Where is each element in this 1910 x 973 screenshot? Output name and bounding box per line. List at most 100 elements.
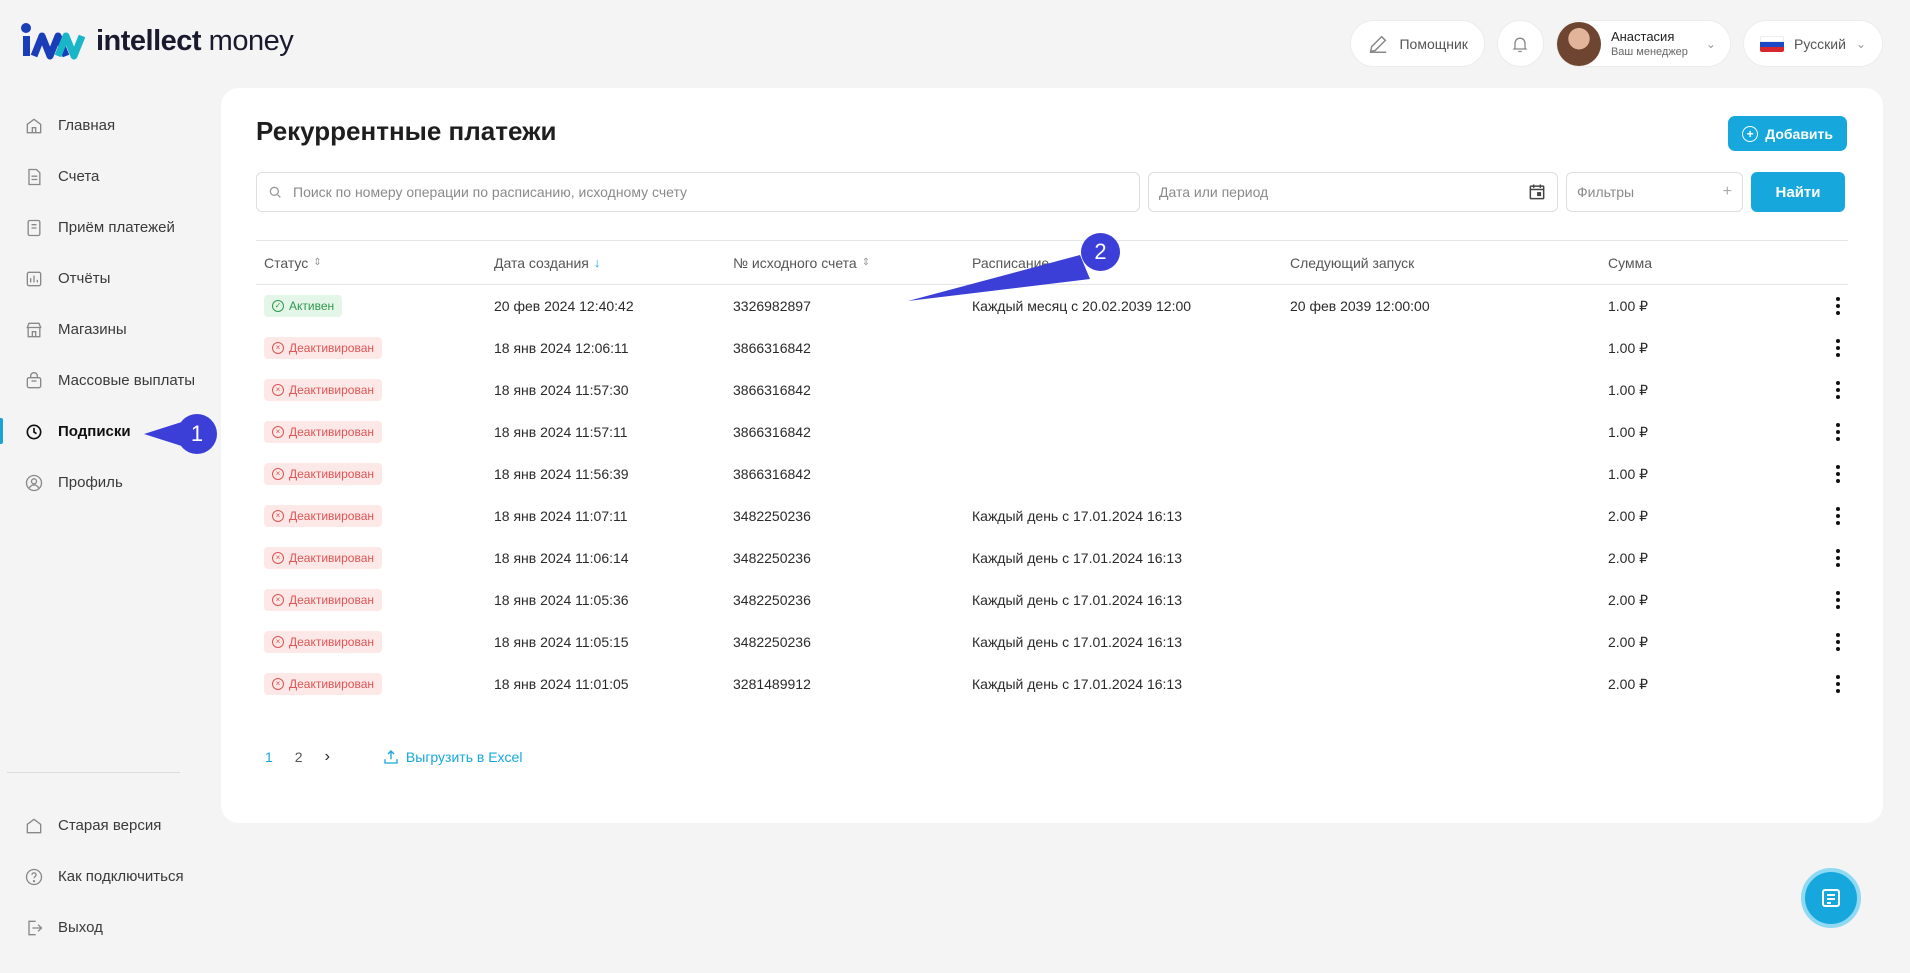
created-cell: 18 янв 2024 11:01:05 xyxy=(494,676,629,692)
upload-icon xyxy=(384,750,398,764)
column-status[interactable]: Статус ⇕ xyxy=(256,255,494,271)
filters-label: Фильтры xyxy=(1577,184,1635,200)
user-icon xyxy=(24,473,44,493)
page-1[interactable]: 1 xyxy=(265,749,273,765)
actions-cell xyxy=(1808,675,1848,693)
table-row[interactable]: × Деактивирован 18 янв 2024 11:05:15 348225… xyxy=(256,621,1848,663)
calendar-icon[interactable] xyxy=(1527,182,1547,202)
sidebar-item-profile[interactable]: Профиль xyxy=(0,457,210,508)
sidebar-item-how-to-connect[interactable]: Как подключиться xyxy=(0,851,210,902)
help-icon xyxy=(24,867,44,887)
x-circle-icon: × xyxy=(272,636,284,648)
more-menu-icon[interactable] xyxy=(1836,507,1840,525)
sidebar-item-home[interactable]: Главная xyxy=(0,100,210,151)
account-cell: 3866316842 xyxy=(733,382,811,398)
sidebar-item-accounts[interactable]: Счета xyxy=(0,151,210,202)
table-row[interactable]: × Деактивирован 18 янв 2024 11:57:11 386631… xyxy=(256,411,1848,453)
more-menu-icon[interactable] xyxy=(1836,549,1840,567)
created-cell: 18 янв 2024 11:06:14 xyxy=(494,550,629,566)
status-cell: × Деактивирован xyxy=(256,337,494,359)
status-badge: × Деактивирован xyxy=(264,673,383,695)
chat-button[interactable] xyxy=(1801,868,1861,928)
sidebar-divider xyxy=(7,772,180,773)
status-badge: ✓ Активен xyxy=(264,295,343,317)
notifications-button[interactable] xyxy=(1496,20,1544,67)
table-row[interactable]: × Деактивирован 18 янв 2024 11:57:30 386631… xyxy=(256,369,1848,411)
sidebar-item-logout[interactable]: Выход xyxy=(0,902,210,953)
clock-icon xyxy=(24,422,44,442)
created-cell: 18 янв 2024 12:06:11 xyxy=(494,340,629,356)
user-menu[interactable]: Анастасия Ваш менеджер ⌄ xyxy=(1555,20,1731,67)
sidebar-item-label: Счета xyxy=(58,168,100,185)
sidebar-item-stores[interactable]: Магазины xyxy=(0,304,210,355)
find-button[interactable]: Найти xyxy=(1751,172,1845,212)
more-menu-icon[interactable] xyxy=(1836,465,1840,483)
x-circle-icon: × xyxy=(272,678,284,690)
search-icon xyxy=(269,186,281,198)
account-cell: 3482250236 xyxy=(733,508,811,524)
status-cell: × Деактивирован xyxy=(256,421,494,443)
more-menu-icon[interactable] xyxy=(1836,675,1840,693)
column-created[interactable]: Дата создания ↓ xyxy=(494,255,733,271)
plus-circle-icon: + xyxy=(1742,125,1759,142)
table-row[interactable]: × Деактивирован 18 янв 2024 11:56:39 386631… xyxy=(256,453,1848,495)
more-menu-icon[interactable] xyxy=(1836,339,1840,357)
amount-cell: 2.00 ₽ xyxy=(1608,507,1649,524)
export-excel-link[interactable]: Выгрузить в Excel xyxy=(382,748,522,766)
created-cell: 18 янв 2024 11:57:11 xyxy=(494,424,628,440)
date-placeholder: Дата или период xyxy=(1159,184,1269,200)
schedule-cell: Каждый день с 17.01.2024 16:13 xyxy=(972,676,1182,692)
sidebar-item-label: Приём платежей xyxy=(58,219,175,236)
sidebar-item-label: Главная xyxy=(58,117,116,134)
document-icon xyxy=(24,167,44,187)
sidebar-item-mass-payouts[interactable]: Массовые выплаты xyxy=(0,355,210,406)
filters-dropdown[interactable]: Фильтры + xyxy=(1566,172,1743,212)
language-select[interactable]: Русский ⌄ xyxy=(1742,20,1883,67)
more-menu-icon[interactable] xyxy=(1836,591,1840,609)
sidebar-item-label: Магазины xyxy=(58,321,127,338)
search-input[interactable]: Поиск по номеру операции по расписанию, … xyxy=(256,172,1140,212)
plus-icon: + xyxy=(1722,183,1732,200)
table-row[interactable]: × Деактивирован 18 янв 2024 11:06:14 348225… xyxy=(256,537,1848,579)
schedule-cell: Каждый день с 17.01.2024 16:13 xyxy=(972,592,1182,608)
add-button[interactable]: + Добавить xyxy=(1728,116,1847,151)
sidebar-item-old-version[interactable]: Старая версия xyxy=(0,800,210,851)
table-row[interactable]: × Деактивирован 18 янв 2024 12:06:11 386631… xyxy=(256,327,1848,369)
sidebar-item-payments[interactable]: Приём платежей xyxy=(0,202,210,253)
more-menu-icon[interactable] xyxy=(1836,423,1840,441)
account-cell: 3866316842 xyxy=(733,466,811,482)
chevron-right-icon[interactable]: › xyxy=(325,748,330,766)
assistant-button[interactable]: Помощник xyxy=(1350,20,1485,67)
page-2[interactable]: 2 xyxy=(295,749,303,765)
check-circle-icon: ✓ xyxy=(272,300,284,312)
table-row[interactable]: × Деактивирован 18 янв 2024 11:01:05 328148… xyxy=(256,663,1848,705)
status-cell: × Деактивирован xyxy=(256,547,494,569)
status-badge: × Деактивирован xyxy=(264,505,383,527)
more-menu-icon[interactable] xyxy=(1836,297,1840,315)
actions-cell xyxy=(1808,423,1848,441)
more-menu-icon[interactable] xyxy=(1836,381,1840,399)
status-cell: × Деактивирован xyxy=(256,505,494,527)
column-next-run: Следующий запуск xyxy=(1290,254,1415,271)
home-icon xyxy=(24,116,44,136)
status-cell: × Деактивирован xyxy=(256,589,494,611)
language-label: Русский xyxy=(1793,35,1846,52)
table-row[interactable]: × Деактивирован 18 янв 2024 11:05:36 348225… xyxy=(256,579,1848,621)
schedule-cell: Каждый день с 17.01.2024 16:13 xyxy=(972,508,1182,524)
x-circle-icon: × xyxy=(272,384,284,396)
main-card: Рекуррентные платежи + Добавить Поиск по… xyxy=(221,88,1883,823)
more-menu-icon[interactable] xyxy=(1836,633,1840,651)
brand-logo[interactable]: intellect money xyxy=(20,22,294,60)
table-body: ✓ Активен 20 фев 2024 12:40:42 3326982897 Ка… xyxy=(256,285,1848,705)
actions-cell xyxy=(1808,297,1848,315)
table-row[interactable]: × Деактивирован 18 янв 2024 11:07:11 348225… xyxy=(256,495,1848,537)
sort-icon: ⇕ xyxy=(313,257,322,268)
date-period-input[interactable]: Дата или период xyxy=(1148,172,1558,212)
actions-cell xyxy=(1808,633,1848,651)
chat-icon xyxy=(1822,889,1840,907)
amount-cell: 2.00 ₽ xyxy=(1608,675,1649,692)
sidebar-item-reports[interactable]: Отчёты xyxy=(0,253,210,304)
chevron-down-icon: ⌄ xyxy=(1855,36,1866,51)
receipt-icon xyxy=(24,218,44,238)
sidebar-item-label: Выход xyxy=(58,919,103,936)
